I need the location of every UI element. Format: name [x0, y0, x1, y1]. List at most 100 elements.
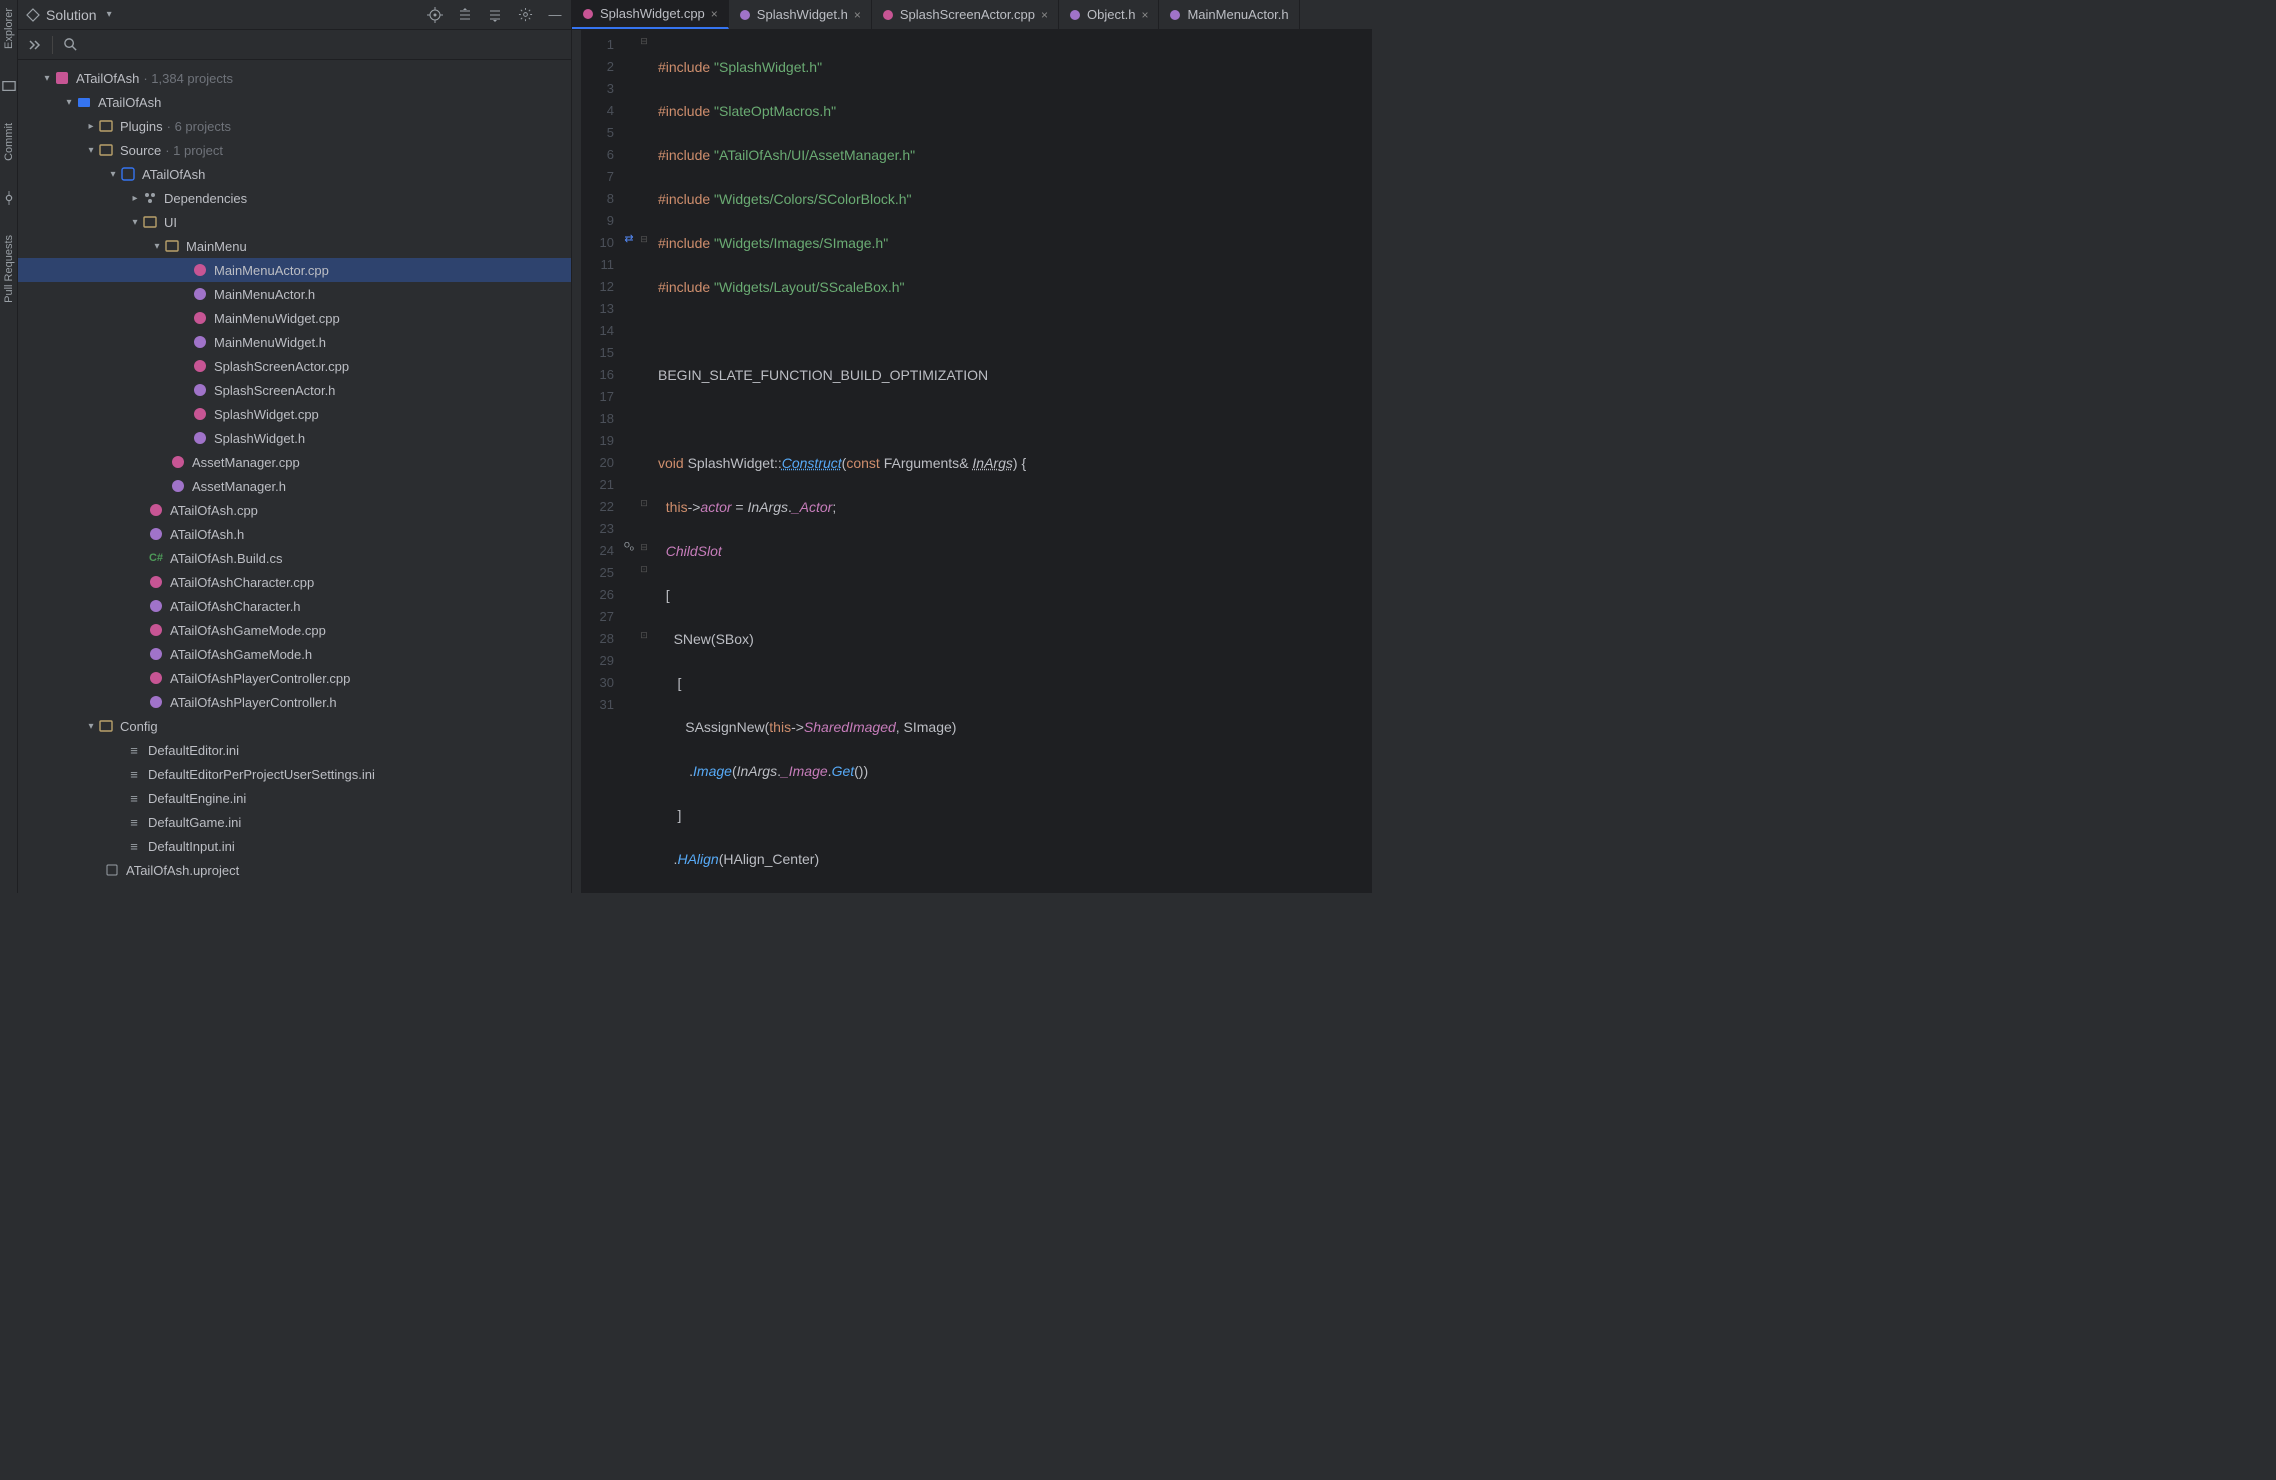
tree-source[interactable]: ▾Source· 1 project: [18, 138, 571, 162]
override-icon[interactable]: ᴼₒ: [624, 536, 634, 558]
tree-file[interactable]: ATailOfAsh.uproject: [18, 858, 571, 882]
fold-column[interactable]: ⊟⊟⊡⊟⊡⊡: [638, 30, 650, 893]
close-icon[interactable]: ×: [711, 7, 718, 21]
tree-project[interactable]: ▾ATailOfAsh: [18, 90, 571, 114]
tree-file[interactable]: ATailOfAshPlayerController.h: [18, 690, 571, 714]
solution-dropdown-icon[interactable]: ▾: [107, 9, 112, 20]
editor-body[interactable]: 1234567891011121314151617181920212223242…: [572, 30, 1372, 893]
tree-atoa-module[interactable]: ▾ATailOfAsh: [18, 162, 571, 186]
commit-rail-icon[interactable]: [2, 191, 16, 205]
tab-object-h[interactable]: Object.h ×: [1059, 0, 1159, 29]
tree-file[interactable]: SplashWidget.cpp: [18, 402, 571, 426]
tree-label: ATailOfAshGameMode.h: [170, 647, 312, 662]
tab-splashwidget-cpp[interactable]: SplashWidget.cpp×: [572, 0, 729, 29]
cfg-icon: ≡: [126, 790, 142, 806]
solution-header: Solution ▾ —: [18, 0, 571, 30]
close-icon[interactable]: ×: [854, 8, 861, 22]
sln-icon: [55, 71, 69, 85]
code-editor[interactable]: #include "SplashWidget.h" #include "Slat…: [650, 30, 1372, 893]
tree-label: AssetManager.h: [192, 479, 286, 494]
tree-file[interactable]: ATailOfAshCharacter.cpp: [18, 570, 571, 594]
tree-ui-folder[interactable]: ▾UI: [18, 210, 571, 234]
search-icon[interactable]: [63, 37, 78, 52]
tree-file[interactable]: ≡DefaultEditor.ini: [18, 738, 571, 762]
tree-label: AssetManager.cpp: [192, 455, 300, 470]
tree-file[interactable]: MainMenuActor.h: [18, 282, 571, 306]
tree-config-folder[interactable]: ▾Config: [18, 714, 571, 738]
tree-file[interactable]: ≡DefaultInput.ini: [18, 834, 571, 858]
tree-label: ATailOfAshPlayerController.h: [170, 695, 337, 710]
h-icon: [149, 695, 163, 709]
cpp-icon: [193, 407, 207, 421]
tree-label: ATailOfAshPlayerController.cpp: [170, 671, 350, 686]
tab-splashscreenactor-cpp[interactable]: SplashScreenActor.cpp×: [872, 0, 1059, 29]
tab-mainmenuactor-h[interactable]: MainMenuActor.h: [1159, 0, 1299, 29]
tree-plugins[interactable]: ▸Plugins· 6 projects: [18, 114, 571, 138]
tree-label: ATailOfAsh.cpp: [170, 503, 258, 518]
editor-tabs: SplashWidget.cpp× SplashWidget.h× Splash…: [572, 0, 1372, 30]
folder-rail-icon[interactable]: [2, 79, 16, 93]
tree-file[interactable]: ATailOfAsh.cpp: [18, 498, 571, 522]
tree-file[interactable]: ATailOfAshGameMode.cpp: [18, 618, 571, 642]
rail-commit[interactable]: Commit: [3, 123, 15, 161]
tree-file[interactable]: SplashWidget.h: [18, 426, 571, 450]
tree-file[interactable]: MainMenuWidget.cpp: [18, 306, 571, 330]
tree-label: ATailOfAsh.h: [170, 527, 244, 542]
tree-file[interactable]: ATailOfAshCharacter.h: [18, 594, 571, 618]
expand-all-icon[interactable]: [457, 7, 473, 23]
tree-file[interactable]: AssetManager.h: [18, 474, 571, 498]
h-icon: [193, 383, 207, 397]
gutter-extras: ⇄ ᴼₒ: [620, 30, 638, 893]
tree-file[interactable]: C#ATailOfAsh.Build.cs: [18, 546, 571, 570]
minimize-icon[interactable]: —: [547, 7, 563, 23]
tree-file[interactable]: ≡ DefaultEngine.ini: [18, 786, 571, 810]
close-icon[interactable]: ×: [1141, 8, 1148, 22]
tab-splashwidget-h[interactable]: SplashWidget.h×: [729, 0, 872, 29]
tree-label: ATailOfAsh.uproject: [126, 863, 239, 878]
tree-dependencies[interactable]: ▸Dependencies: [18, 186, 571, 210]
solution-tree[interactable]: ▾ATailOfAsh· 1,384 projects ▾ATailOfAsh …: [18, 60, 571, 893]
tree-label: SplashWidget.cpp: [214, 407, 319, 422]
tab-label: Object.h: [1087, 7, 1135, 22]
navigate-icon[interactable]: ⇄: [624, 228, 633, 250]
tree-label: DefaultEditorPerProjectUserSettings.ini: [148, 767, 375, 782]
folder-icon: [99, 720, 113, 732]
cpp-icon: [149, 503, 163, 517]
tree-label: MainMenuActor.cpp: [214, 263, 329, 278]
tree-file[interactable]: MainMenuWidget.h: [18, 330, 571, 354]
close-icon[interactable]: ×: [1041, 8, 1048, 22]
tree-file[interactable]: ATailOfAshGameMode.h: [18, 642, 571, 666]
tree-label: MainMenuWidget.h: [214, 335, 326, 350]
tree-label: SplashScreenActor.h: [214, 383, 335, 398]
collapse-all-icon[interactable]: [487, 7, 503, 23]
h-icon: [193, 335, 207, 349]
sync-icon[interactable]: [26, 37, 42, 53]
tree-file[interactable]: SplashScreenActor.cpp: [18, 354, 571, 378]
rail-pull-requests[interactable]: Pull Requests: [3, 235, 15, 303]
tree-file[interactable]: ≡DefaultGame.ini: [18, 810, 571, 834]
tree-label: ATailOfAsh: [142, 167, 205, 182]
tree-file[interactable]: SplashScreenActor.h: [18, 378, 571, 402]
settings-icon[interactable]: [517, 7, 533, 23]
cpp-icon: [582, 8, 594, 20]
cpp-icon: [193, 311, 207, 325]
divider: [52, 36, 53, 54]
uproject-icon: [105, 863, 119, 877]
tree-label: MainMenuActor.h: [214, 287, 315, 302]
locate-icon[interactable]: [427, 7, 443, 23]
tree-root[interactable]: ▾ATailOfAsh· 1,384 projects: [18, 66, 571, 90]
cpp-icon: [149, 575, 163, 589]
deps-icon: [143, 191, 157, 205]
tree-mainmenu-folder[interactable]: ▾MainMenu: [18, 234, 571, 258]
tree-file-mainmenuactor-cpp[interactable]: MainMenuActor.cpp: [18, 258, 571, 282]
breakpoint-strip[interactable]: [572, 30, 582, 893]
tree-file[interactable]: ATailOfAsh.h: [18, 522, 571, 546]
folder-icon: [99, 144, 113, 156]
tree-file[interactable]: ≡DefaultEditorPerProjectUserSettings.ini: [18, 762, 571, 786]
rail-explorer[interactable]: Explorer: [3, 8, 15, 49]
tree-label: DefaultEngine.ini: [148, 791, 246, 806]
tool-rail: Explorer Commit Pull Requests: [0, 0, 18, 893]
tree-label: ATailOfAsh.Build.cs: [170, 551, 282, 566]
tree-file[interactable]: ATailOfAshPlayerController.cpp: [18, 666, 571, 690]
tree-file[interactable]: AssetManager.cpp: [18, 450, 571, 474]
